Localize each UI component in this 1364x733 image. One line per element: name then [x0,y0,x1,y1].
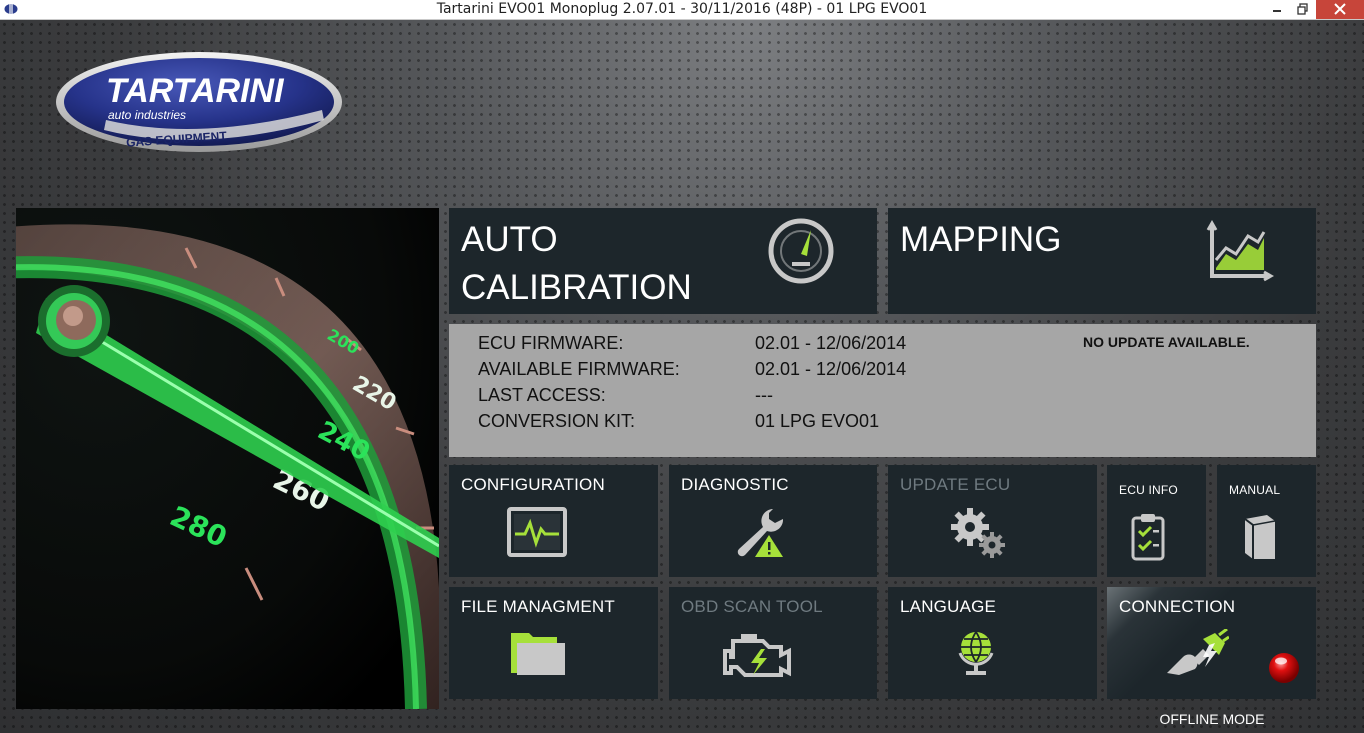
status-led-icon [1269,653,1299,683]
svg-text:auto industries: auto industries [108,108,186,122]
book-icon [1244,515,1276,559]
auto-calibration-label: AUTO CALIBRATION [461,220,692,307]
update-notice: NO UPDATE AVAILABLE. [1083,334,1250,350]
connection-label: CONNECTION [1119,597,1236,616]
wrench-warning-icon [737,509,784,557]
update-ecu-tile[interactable]: UPDATE ECU [888,465,1097,577]
minimize-button[interactable] [1264,0,1290,19]
diagnostic-label: DIAGNOSTIC [681,475,789,494]
info-value-conversion-kit: 01 LPG EVO01 [755,411,880,431]
info-label-ecu-firmware: ECU FIRMWARE: [478,333,624,353]
svg-text:TARTARINI: TARTARINI [106,72,285,110]
clipboard-check-icon [1131,514,1165,561]
configuration-label: CONFIGURATION [461,475,605,494]
file-management-label: FILE MANAGMENT [461,597,615,616]
main-area: TARTARINI auto industries GAS EQUIPMENT [0,20,1364,733]
folder-icon [511,633,565,675]
ecu-info-tile[interactable]: ECU INFO [1107,465,1206,577]
info-value-ecu-firmware: 02.01 - 12/06/2014 [755,333,907,353]
window-title: Tartarini EVO01 Monoplug 2.07.01 - 30/11… [436,1,928,17]
language-label: LANGUAGE [900,597,997,616]
globe-icon [958,631,994,675]
info-value-last-access: --- [755,385,773,405]
speedometer-image: 200 220 240 260 280 [16,208,439,709]
window-title-bar: Tartarini EVO01 Monoplug 2.07.01 - 30/11… [0,0,1364,20]
configuration-tile[interactable]: CONFIGURATION [449,465,658,577]
mapping-label: MAPPING [900,220,1062,259]
info-label-available-firmware: AVAILABLE FIRMWARE: [478,359,680,379]
obd-scan-tool-tile[interactable]: OBD SCAN TOOL [669,587,877,699]
auto-calibration-tile[interactable]: AUTO CALIBRATION [449,208,877,314]
manual-label: MANUAL [1229,483,1281,497]
connection-tile[interactable]: CONNECTION [1107,587,1316,699]
close-button[interactable] [1316,0,1364,19]
mapping-tile[interactable]: MAPPING [888,208,1316,314]
minimize-icon [1273,10,1281,12]
engine-icon [723,634,791,677]
tartarini-logo: TARTARINI auto industries GAS EQUIPMENT [56,52,342,152]
ecu-info-label: ECU INFO [1119,483,1178,497]
restore-button[interactable] [1290,0,1316,19]
monitor-pulse-icon [507,507,567,557]
close-icon [1334,3,1346,15]
offline-mode-status: OFFLINE MODE [1159,711,1265,727]
file-management-tile[interactable]: FILE MANAGMENT [449,587,658,699]
plug-icon [1167,629,1229,675]
info-label-last-access: LAST ACCESS: [478,385,606,405]
manual-tile[interactable]: MANUAL [1217,465,1316,577]
info-value-available-firmware: 02.01 - 12/06/2014 [755,359,907,379]
gears-icon [951,508,1005,558]
speedometer-icon [768,218,834,284]
update-ecu-label: UPDATE ECU [900,475,1011,494]
diagnostic-tile[interactable]: DIAGNOSTIC [669,465,877,577]
info-label-conversion-kit: CONVERSION KIT: [478,411,636,431]
language-tile[interactable]: LANGUAGE [888,587,1097,699]
restore-icon [1297,3,1308,15]
obd-scan-tool-label: OBD SCAN TOOL [681,597,823,616]
line-chart-icon [1206,220,1274,282]
ecu-info-panel: ECU FIRMWARE: 02.01 - 12/06/2014 AVAILAB… [449,324,1316,457]
